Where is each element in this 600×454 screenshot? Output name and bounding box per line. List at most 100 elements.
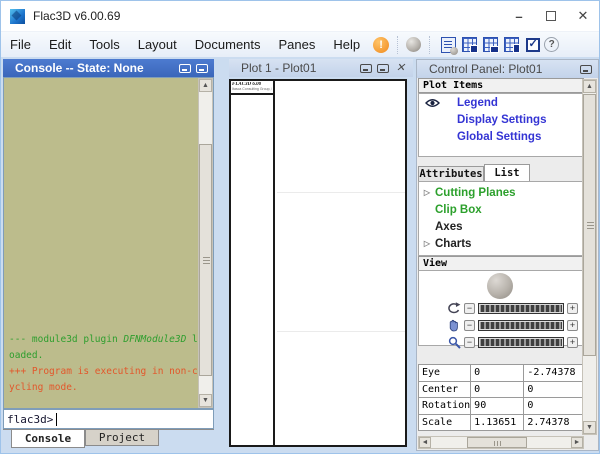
menubar: File Edit Tools Layout Documents Panes H… [1,31,599,57]
plot-canvas[interactable]: FLAC3D 6.00 Itasca Consulting Group, Inc… [229,79,407,447]
scroll-up-icon[interactable] [583,80,596,93]
print-plot-icon[interactable] [441,37,456,53]
plot-header: Plot 1 - Plot01 [229,59,413,77]
table-row: Center 0 0 [419,381,583,398]
rotate-minus-button[interactable] [464,303,475,314]
plot-maximize-button[interactable] [377,64,389,73]
cell-value[interactable]: 2.74378 [524,414,583,431]
checkbox-icon[interactable] [526,38,540,52]
grid-build-icon[interactable] [504,37,519,52]
view-controls [418,270,584,346]
cell-value[interactable]: -2.74378 [524,365,583,382]
cell-value[interactable]: 0 [471,381,524,398]
list-item: Cutting Planes [419,184,583,201]
window-controls [503,2,599,30]
plot-item-global-settings[interactable]: Global Settings [457,131,541,143]
zoom-minus-button[interactable] [464,337,475,348]
console-line: --- module3d plugin DFNModule3D l [9,334,199,350]
control-panel-scrollbar[interactable] [582,79,597,435]
cell-value[interactable]: 0 [471,365,524,382]
scroll-thumb[interactable] [467,437,527,448]
window-title: Flac3D v6.00.69 [33,9,120,23]
list-item-cutting-planes[interactable]: Cutting Planes [435,187,516,199]
scroll-down-icon[interactable] [199,394,212,407]
console-output-area[interactable]: --- module3d plugin DFNModule3D l oaded.… [3,77,214,409]
zoom-slider[interactable] [478,337,564,348]
console-minimize-button[interactable] [196,64,208,73]
maximize-icon [546,11,556,21]
list-item-charts[interactable]: Charts [435,238,471,250]
rotate-plus-button[interactable] [567,303,578,314]
legend-header: FLAC3D 6.00 Itasca Consulting Group, Inc… [231,81,273,95]
tab-console[interactable]: Console [11,429,85,448]
rotate-slider[interactable] [478,303,564,314]
pan-slider-row [419,318,583,332]
menu-layout[interactable]: Layout [129,34,186,55]
tab-attributes[interactable]: Attributes [418,166,484,182]
grid-items-icon[interactable] [483,37,498,52]
menu-panes[interactable]: Panes [270,34,325,55]
control-panel-header: Control Panel: Plot01 [417,60,598,78]
sphere-tool-icon[interactable] [406,37,421,52]
menu-help[interactable]: Help [324,34,369,55]
console-scrollbar[interactable] [198,78,213,408]
console-float-button[interactable] [179,64,191,73]
console-line: +++ Program is executing in non-c [9,366,199,382]
minimize-button[interactable] [503,2,535,30]
cell-value[interactable]: 0 [524,381,583,398]
view-trackball[interactable] [487,273,513,299]
plot-header-title: Plot 1 - Plot01 [241,61,316,75]
maximize-button[interactable] [535,2,567,30]
plot-close-button[interactable] [394,63,407,74]
control-panel-title: Control Panel: Plot01 [429,62,542,76]
plot-items-list: Legend Display Settings Global Settings [418,93,584,157]
scroll-right-icon[interactable] [571,437,583,448]
tab-list[interactable]: List [484,164,530,182]
expand-icon[interactable] [419,188,435,197]
plot-gridline [277,331,405,332]
tab-project[interactable]: Project [85,430,159,446]
plot-float-button[interactable] [360,64,372,73]
pan-minus-button[interactable] [464,320,475,331]
list-item: Charts [419,235,583,252]
menu-tools[interactable]: Tools [80,34,128,55]
plot-item-display-settings[interactable]: Display Settings [457,114,546,126]
help-icon[interactable] [544,37,559,52]
list-item-axes[interactable]: Axes [435,221,463,233]
plot-view-area[interactable] [277,81,405,445]
row-label: Scale [419,414,471,431]
menu-file[interactable]: File [1,34,40,55]
console-panel: Console -- State: None --- module3d plug… [3,59,214,449]
pan-hand-icon [447,319,461,332]
view-parameters-table: Eye 0 -2.74378 Center 0 0 Rotation 90 0 … [418,364,583,431]
zoom-magnifier-icon [447,336,461,349]
scroll-thumb[interactable] [583,94,596,356]
list-item: Global Settings [419,128,583,145]
grid-plot-icon[interactable] [462,37,477,52]
control-minimize-button[interactable] [580,65,592,74]
cell-value[interactable]: 90 [471,398,524,415]
warning-icon[interactable] [373,37,389,53]
table-horizontal-scrollbar[interactable] [418,436,584,449]
pan-slider[interactable] [478,320,564,331]
console-header: Console -- State: None [3,59,214,77]
cell-value[interactable]: 1.13651 [471,414,524,431]
close-button[interactable] [567,2,599,30]
scroll-down-icon[interactable] [583,421,596,434]
zoom-plus-button[interactable] [567,337,578,348]
expand-icon[interactable] [419,239,435,248]
pan-plus-button[interactable] [567,320,578,331]
plot-item-legend[interactable]: Legend [457,97,498,109]
list-item: Clip Box [419,201,583,218]
control-tab-bar: Attributes List [418,164,530,182]
list-item-clip-box[interactable]: Clip Box [435,204,482,216]
console-input[interactable]: flac3d> [3,409,214,429]
menu-edit[interactable]: Edit [40,34,80,55]
eye-icon[interactable] [425,98,440,108]
menu-documents[interactable]: Documents [186,34,270,55]
titlebar: Flac3D v6.00.69 [1,1,599,31]
scroll-left-icon[interactable] [419,437,431,448]
cell-value[interactable]: 0 [524,398,583,415]
scroll-up-icon[interactable] [199,79,212,92]
scroll-thumb[interactable] [199,144,212,376]
